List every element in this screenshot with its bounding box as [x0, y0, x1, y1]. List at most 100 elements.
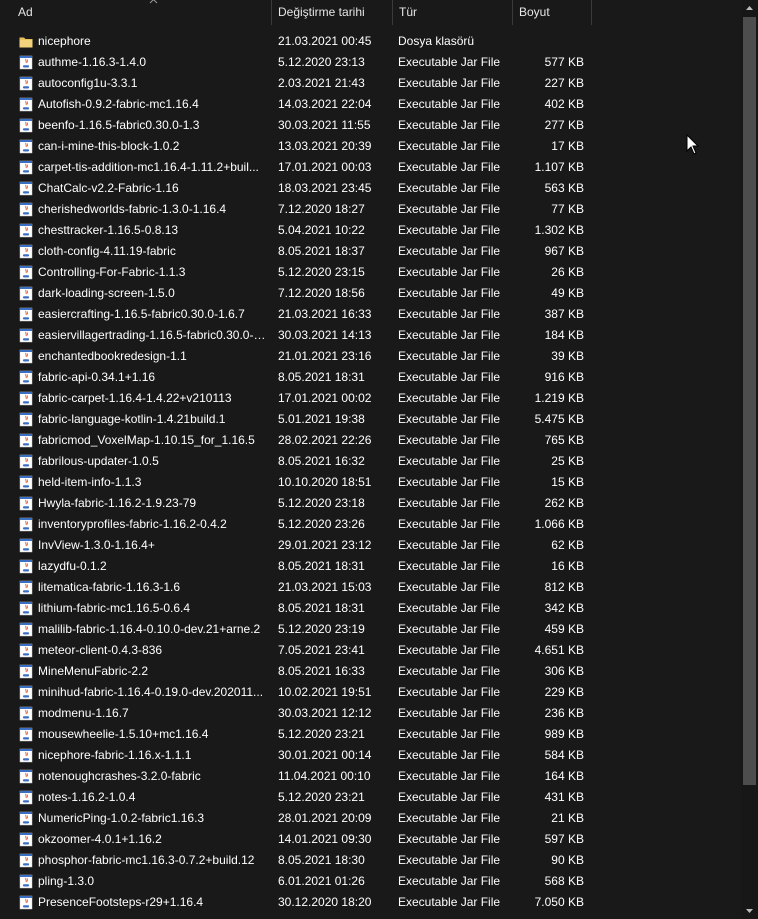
file-row[interactable]: notenoughcrashes-3.2.0-fabric 11.04.2021 … [0, 766, 741, 787]
file-row[interactable]: nicephore 21.03.2021 00:45 Dosya klasörü [0, 31, 741, 52]
file-row[interactable]: InvView-1.3.0-1.16.4+ 29.01.2021 23:12 Exe… [0, 535, 741, 556]
file-type: Executable Jar File [398, 811, 501, 825]
file-modified-date: 5.12.2020 23:18 [278, 496, 365, 510]
file-row[interactable]: mousewheelie-1.5.10+mc1.16.4 5.12.2020 23… [0, 724, 741, 745]
jar-file-icon [19, 433, 33, 448]
file-row[interactable]: enchantedbookredesign-1.1 21.01.2021 23:1… [0, 346, 741, 367]
scroll-up-button[interactable] [741, 0, 758, 17]
file-type: Executable Jar File [398, 160, 501, 174]
file-modified-date: 8.05.2021 16:32 [278, 454, 365, 468]
column-header-date[interactable]: Değiştirme tarihi [271, 0, 392, 25]
file-row[interactable]: dark-loading-screen-1.5.0 7.12.2020 18:56… [0, 283, 741, 304]
file-name: NumericPing-1.0.2-fabric1.16.3 [38, 811, 205, 825]
jar-file-icon [19, 811, 33, 826]
file-row[interactable]: cloth-config-4.11.19-fabric 8.05.2021 18:… [0, 241, 741, 262]
file-type: Executable Jar File [398, 181, 501, 195]
file-size: 577 KB [544, 55, 584, 69]
file-row[interactable]: litematica-fabric-1.16.3-1.6 21.03.2021 1… [0, 577, 741, 598]
scrollbar-thumb[interactable] [743, 17, 756, 785]
file-size: 597 KB [544, 832, 584, 846]
file-size: 7.050 KB [534, 895, 584, 909]
file-row[interactable]: pling-1.3.0 6.01.2021 01:26 Executable Jar… [0, 871, 741, 892]
file-row[interactable]: lithium-fabric-mc1.16.5-0.6.4 8.05.2021 1… [0, 598, 741, 619]
jar-file-icon [19, 139, 33, 154]
file-row[interactable]: modmenu-1.16.7 30.03.2021 12:12 Executable… [0, 703, 741, 724]
file-size: 459 KB [544, 622, 584, 636]
file-name: inventoryprofiles-fabric-1.16.2-0.4.2 [38, 517, 227, 531]
file-type: Executable Jar File [398, 97, 501, 111]
file-modified-date: 21.03.2021 16:33 [278, 307, 372, 321]
file-modified-date: 14.03.2021 22:04 [278, 97, 372, 111]
file-size: 342 KB [544, 601, 584, 615]
file-type: Executable Jar File [398, 349, 501, 363]
file-modified-date: 30.03.2021 11:55 [278, 118, 371, 132]
file-name: fabricmod_VoxelMap-1.10.15_for_1.16.5 [38, 433, 255, 447]
file-row[interactable]: minihud-fabric-1.16.4-0.19.0-dev.202011.… [0, 682, 741, 703]
file-size: 21 KB [551, 811, 584, 825]
file-modified-date: 7.05.2021 23:41 [278, 643, 365, 657]
column-header-type[interactable]: Tür [392, 0, 512, 25]
file-row[interactable]: Autofish-0.9.2-fabric-mc1.16.4 14.03.2021… [0, 94, 741, 115]
file-row[interactable]: carpet-tis-addition-mc1.16.4-1.11.2+buil… [0, 157, 741, 178]
file-row[interactable]: ChatCalc-v2.2-Fabric-1.16 18.03.2021 23:4… [0, 178, 741, 199]
file-modified-date: 5.12.2020 23:21 [278, 790, 365, 804]
file-row[interactable]: NumericPing-1.0.2-fabric1.16.3 28.01.2021… [0, 808, 741, 829]
file-type: Executable Jar File [398, 454, 501, 468]
file-row[interactable]: fabricmod_VoxelMap-1.10.15_for_1.16.5 28.… [0, 430, 741, 451]
file-row[interactable]: okzoomer-4.0.1+1.16.2 14.01.2021 09:30 Exe… [0, 829, 741, 850]
jar-file-icon [19, 496, 33, 511]
jar-file-icon [19, 832, 33, 847]
file-modified-date: 30.03.2021 14:13 [278, 328, 372, 342]
file-size: 77 KB [551, 202, 584, 216]
file-row[interactable]: fabrilous-updater-1.0.5 8.05.2021 16:32 Ex… [0, 451, 741, 472]
file-row[interactable]: lazydfu-0.1.2 8.05.2021 18:31 Executable J… [0, 556, 741, 577]
file-size: 563 KB [544, 181, 584, 195]
vertical-scrollbar[interactable] [741, 0, 758, 919]
file-row[interactable]: nicephore-fabric-1.16.x-1.1.1 30.01.2021 … [0, 745, 741, 766]
scroll-down-button[interactable] [741, 902, 758, 919]
file-row[interactable]: easiervillagertrading-1.16.5-fabric0.30.… [0, 325, 741, 346]
file-size: 387 KB [544, 307, 584, 321]
file-name: cloth-config-4.11.19-fabric [38, 244, 176, 258]
file-row[interactable]: notes-1.16.2-1.0.4 5.12.2020 23:21 Executa… [0, 787, 741, 808]
file-type: Executable Jar File [398, 475, 501, 489]
file-size: 39 KB [551, 349, 584, 363]
file-row[interactable]: easiercrafting-1.16.5-fabric0.30.0-1.6.7… [0, 304, 741, 325]
jar-file-icon [19, 853, 33, 868]
file-row[interactable]: fabric-language-kotlin-1.4.21build.1 5.01… [0, 409, 741, 430]
file-row[interactable]: held-item-info-1.1.3 10.10.2020 18:51 Exec… [0, 472, 741, 493]
file-row[interactable]: fabric-carpet-1.16.4-1.4.22+v210113 17.01… [0, 388, 741, 409]
file-type: Executable Jar File [398, 517, 501, 531]
file-row[interactable]: inventoryprofiles-fabric-1.16.2-0.4.2 5.1… [0, 514, 741, 535]
file-row[interactable]: phosphor-fabric-mc1.16.3-0.7.2+build.12 8… [0, 850, 741, 871]
file-name: chesttracker-1.16.5-0.8.13 [38, 223, 179, 237]
file-row[interactable]: Controlling-For-Fabric-1.1.3 5.12.2020 23… [0, 262, 741, 283]
file-row[interactable]: authme-1.16.3-1.4.0 5.12.2020 23:13 Execut… [0, 52, 741, 73]
file-row[interactable]: fabric-api-0.34.1+1.16 8.05.2021 18:31 Exe… [0, 367, 741, 388]
file-name: pling-1.3.0 [38, 874, 95, 888]
file-row[interactable]: cherishedworlds-fabric-1.3.0-1.16.4 7.12.… [0, 199, 741, 220]
file-row[interactable]: autoconfig1u-3.3.1 2.03.2021 21:43 Executa… [0, 73, 741, 94]
file-name: fabric-language-kotlin-1.4.21build.1 [38, 412, 226, 426]
file-type: Executable Jar File [398, 559, 501, 573]
file-size: 306 KB [544, 664, 584, 678]
file-row[interactable]: can-i-mine-this-block-1.0.2 13.03.2021 20… [0, 136, 741, 157]
file-row[interactable]: beenfo-1.16.5-fabric0.30.0-1.3 30.03.2021… [0, 115, 741, 136]
file-type: Executable Jar File [398, 769, 501, 783]
column-header-name[interactable]: Ad [12, 0, 271, 25]
file-type: Executable Jar File [398, 664, 501, 678]
file-modified-date: 6.01.2021 01:26 [278, 874, 365, 888]
file-row[interactable]: Hwyla-fabric-1.16.2-1.9.23-79 5.12.2020 2… [0, 493, 741, 514]
file-type: Executable Jar File [398, 202, 501, 216]
file-type: Executable Jar File [398, 685, 501, 699]
file-name: notes-1.16.2-1.0.4 [38, 790, 136, 804]
file-row[interactable]: malilib-fabric-1.16.4-0.10.0-dev.21+arne… [0, 619, 741, 640]
jar-file-icon [19, 601, 33, 616]
file-row[interactable]: PresenceFootsteps-r29+1.16.4 30.12.2020 1… [0, 892, 741, 913]
file-modified-date: 7.12.2020 18:56 [278, 286, 365, 300]
column-header-size[interactable]: Boyut [512, 0, 592, 25]
file-row[interactable]: chesttracker-1.16.5-0.8.13 5.04.2021 10:2… [0, 220, 741, 241]
file-row[interactable]: MineMenuFabric-2.2 8.05.2021 16:33 Executa… [0, 661, 741, 682]
file-name: lazydfu-0.1.2 [38, 559, 107, 573]
file-row[interactable]: meteor-client-0.4.3-836 7.05.2021 23:41 Ex… [0, 640, 741, 661]
